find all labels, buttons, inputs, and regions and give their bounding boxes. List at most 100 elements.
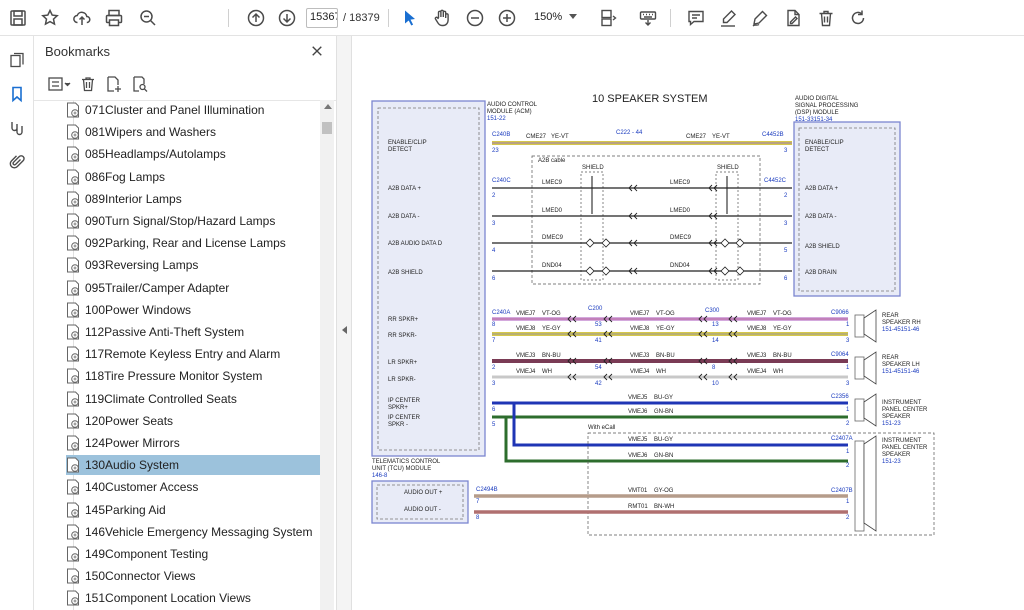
- pin-3-lr: 3: [492, 381, 496, 387]
- scroll-up-arrow-icon[interactable]: [324, 104, 332, 109]
- bookmark-item[interactable]: 150Connector Views: [66, 566, 320, 586]
- pin-2-ip: 2: [846, 421, 850, 427]
- bookmark-item[interactable]: 151Component Location Views: [66, 588, 320, 608]
- bookmark-label: 140Customer Access: [85, 480, 199, 495]
- conn-c9066: C9066: [831, 310, 849, 316]
- find-bookmark-icon[interactable]: [128, 73, 152, 95]
- comment-icon[interactable]: [682, 4, 710, 32]
- acm-pin-rr-plus: RR SPKR+: [388, 317, 419, 323]
- bookmark-item[interactable]: 140Customer Access: [66, 477, 320, 497]
- links-chain-icon[interactable]: [5, 116, 29, 140]
- chevron-down-icon[interactable]: [569, 14, 577, 19]
- upload-cloud-icon[interactable]: [68, 4, 96, 32]
- page-layout-icon[interactable]: [594, 4, 622, 32]
- wire-bugy-a: BU-GY: [654, 395, 673, 401]
- page-number-input[interactable]: 15367: [306, 8, 338, 28]
- conn-c240c: C240C: [492, 178, 511, 184]
- new-bookmark-icon[interactable]: [102, 73, 126, 95]
- fill-sign-icon[interactable]: [779, 4, 807, 32]
- attachments-paperclip-icon[interactable]: [5, 150, 29, 174]
- conn-c2407a: C2407A: [831, 436, 853, 442]
- wire-vtog-c: VT-OG: [773, 311, 792, 317]
- wire-vmej7-a: VMEJ7: [516, 311, 536, 317]
- zoom-search-icon[interactable]: [134, 4, 162, 32]
- bookmark-item[interactable]: 118Tire Pressure Monitor System: [66, 366, 320, 386]
- bookmarks-ribbon-icon[interactable]: [5, 82, 29, 106]
- rotate-refresh-icon[interactable]: [844, 4, 872, 32]
- bookmark-item[interactable]: 112Passive Anti-Theft System: [66, 322, 320, 342]
- bookmark-tools: [44, 72, 154, 96]
- chevron-left-icon[interactable]: [342, 326, 347, 334]
- bookmark-item[interactable]: 085Headlamps/Autolamps: [66, 144, 320, 164]
- bookmark-item[interactable]: 089Interior Lamps: [66, 189, 320, 209]
- bookmark-item[interactable]: 100Power Windows: [66, 300, 320, 320]
- bookmark-item[interactable]: 124Power Mirrors: [66, 433, 320, 453]
- bookmark-item[interactable]: 120Power Seats: [66, 411, 320, 431]
- page-thumbnails-icon[interactable]: [5, 48, 29, 72]
- pin-6-ip: 6: [492, 407, 496, 413]
- wire-dmec9-a: DMEC9: [542, 235, 564, 241]
- bookmark-item[interactable]: 081Wipers and Washers: [66, 122, 320, 142]
- wire-vmej7-b: VMEJ7: [630, 311, 650, 317]
- select-cursor-icon[interactable]: [396, 4, 424, 32]
- wire-vmt01: VMT01: [628, 488, 648, 494]
- acm-pin-ip-plus-2: SPKR+: [388, 405, 408, 411]
- scrollbar-thumb[interactable]: [322, 122, 332, 134]
- wire-gnbn-b: GN-BN: [654, 453, 673, 459]
- acm-pin-data-plus: A2B DATA +: [388, 186, 421, 192]
- pin-1-ip2: 1: [846, 449, 850, 455]
- delete-bookmark-icon[interactable]: [76, 73, 100, 95]
- bookmark-item[interactable]: 086Fog Lamps: [66, 167, 320, 187]
- bookmark-label: 120Power Seats: [85, 413, 174, 428]
- bookmark-star-icon[interactable]: [36, 4, 64, 32]
- conn-c2407b: C2407B: [831, 488, 853, 494]
- bookmark-label: 100Power Windows: [85, 302, 192, 317]
- zoom-level-select[interactable]: 150%: [530, 8, 586, 28]
- close-icon[interactable]: [308, 42, 326, 60]
- highlight-pen-icon[interactable]: [714, 4, 742, 32]
- bookmark-item[interactable]: 130Audio System: [66, 455, 320, 476]
- bookmark-item[interactable]: 146Vehicle Emergency Messaging System: [66, 522, 320, 542]
- delete-trash-icon[interactable]: [812, 4, 840, 32]
- bookmark-page-icon: [67, 146, 79, 162]
- tcu-module-box: [371, 480, 469, 524]
- bookmark-page-icon: [67, 346, 79, 362]
- bookmark-scrollbar[interactable]: [320, 100, 334, 610]
- print-icon[interactable]: [100, 4, 128, 32]
- previous-page-icon[interactable]: [242, 4, 270, 32]
- bookmark-item[interactable]: 119Climate Controlled Seats: [66, 389, 320, 409]
- zoom-out-icon[interactable]: [461, 4, 489, 32]
- acm-label-2: MODULE (ACM): [487, 109, 532, 115]
- wire-vmej3-a: VMEJ3: [516, 353, 536, 359]
- wire-yegy-a: YE-GY: [542, 326, 561, 332]
- dsp-pin-enable-1: ENABLE/CLIP: [805, 140, 844, 146]
- wire-wh-a: WH: [542, 369, 552, 375]
- wire-bnbu-a: BN-BU: [542, 353, 561, 359]
- collapse-panel-handle[interactable]: [336, 36, 352, 610]
- dsp-pin-drain: A2B DRAIN: [805, 270, 837, 276]
- bookmark-item[interactable]: 149Component Testing: [66, 544, 320, 564]
- with-ecall-label: With eCall: [588, 425, 615, 431]
- bookmark-item[interactable]: 093Reversing Lamps: [66, 255, 320, 275]
- zoom-in-icon[interactable]: [493, 4, 521, 32]
- wire-bnbu-b: BN-BU: [656, 353, 675, 359]
- sign-pen-icon[interactable]: [746, 4, 774, 32]
- wire-dnd04-a: DND04: [542, 263, 562, 269]
- next-page-icon[interactable]: [273, 4, 301, 32]
- acm-pin-lr-plus: LR SPKR+: [388, 360, 418, 366]
- bookmark-options-menu-icon[interactable]: [44, 73, 74, 95]
- diagram-title: 10 SPEAKER SYSTEM: [592, 93, 708, 105]
- bookmark-item[interactable]: 145Parking Aid: [66, 500, 320, 520]
- bookmark-item[interactable]: 117Remote Keyless Entry and Alarm: [66, 344, 320, 364]
- bookmark-item[interactable]: 095Trailer/Camper Adapter: [66, 278, 320, 298]
- bookmark-item[interactable]: 090Turn Signal/Stop/Hazard Lamps: [66, 211, 320, 231]
- save-icon[interactable]: [4, 4, 32, 32]
- pin-41: 41: [595, 338, 602, 344]
- hand-tool-icon[interactable]: [428, 4, 456, 32]
- dsp-label-1: AUDIO DIGITAL: [795, 96, 839, 102]
- pin-1-ip: 1: [846, 407, 850, 413]
- bookmark-item[interactable]: 092Parking, Rear and License Lamps: [66, 233, 320, 253]
- keyboard-read-icon[interactable]: [634, 4, 662, 32]
- pin-13: 13: [712, 322, 719, 328]
- bookmark-item[interactable]: 071Cluster and Panel Illumination: [66, 100, 320, 120]
